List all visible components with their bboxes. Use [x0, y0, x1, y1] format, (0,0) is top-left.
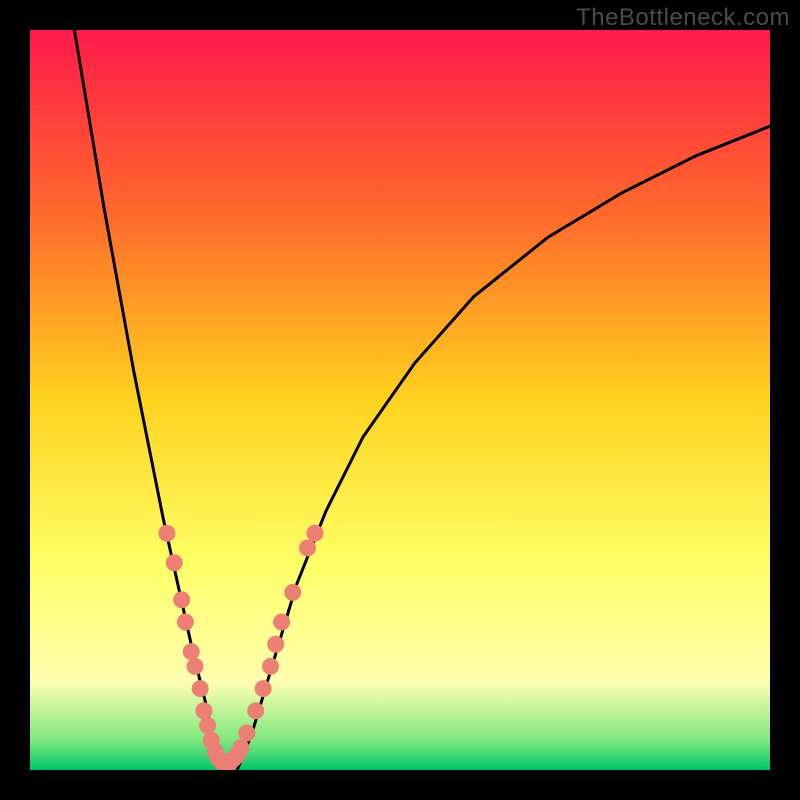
- data-point: [268, 636, 284, 652]
- data-point: [263, 658, 279, 674]
- data-point: [177, 614, 193, 630]
- data-point: [285, 584, 301, 600]
- data-point: [166, 555, 182, 571]
- data-point: [239, 725, 255, 741]
- data-point: [255, 681, 271, 697]
- data-point: [307, 525, 323, 541]
- data-point: [159, 525, 175, 541]
- data-point: [174, 592, 190, 608]
- data-point: [274, 614, 290, 630]
- data-point: [183, 644, 199, 660]
- data-point: [192, 681, 208, 697]
- data-point: [300, 540, 316, 556]
- chart-svg: [30, 30, 770, 770]
- data-point: [187, 658, 203, 674]
- data-point: [200, 718, 216, 734]
- watermark-text: TheBottleneck.com: [576, 4, 790, 32]
- chart-container: TheBottleneck.com: [0, 0, 800, 800]
- data-point: [248, 703, 264, 719]
- data-point: [196, 703, 212, 719]
- data-point: [233, 740, 249, 756]
